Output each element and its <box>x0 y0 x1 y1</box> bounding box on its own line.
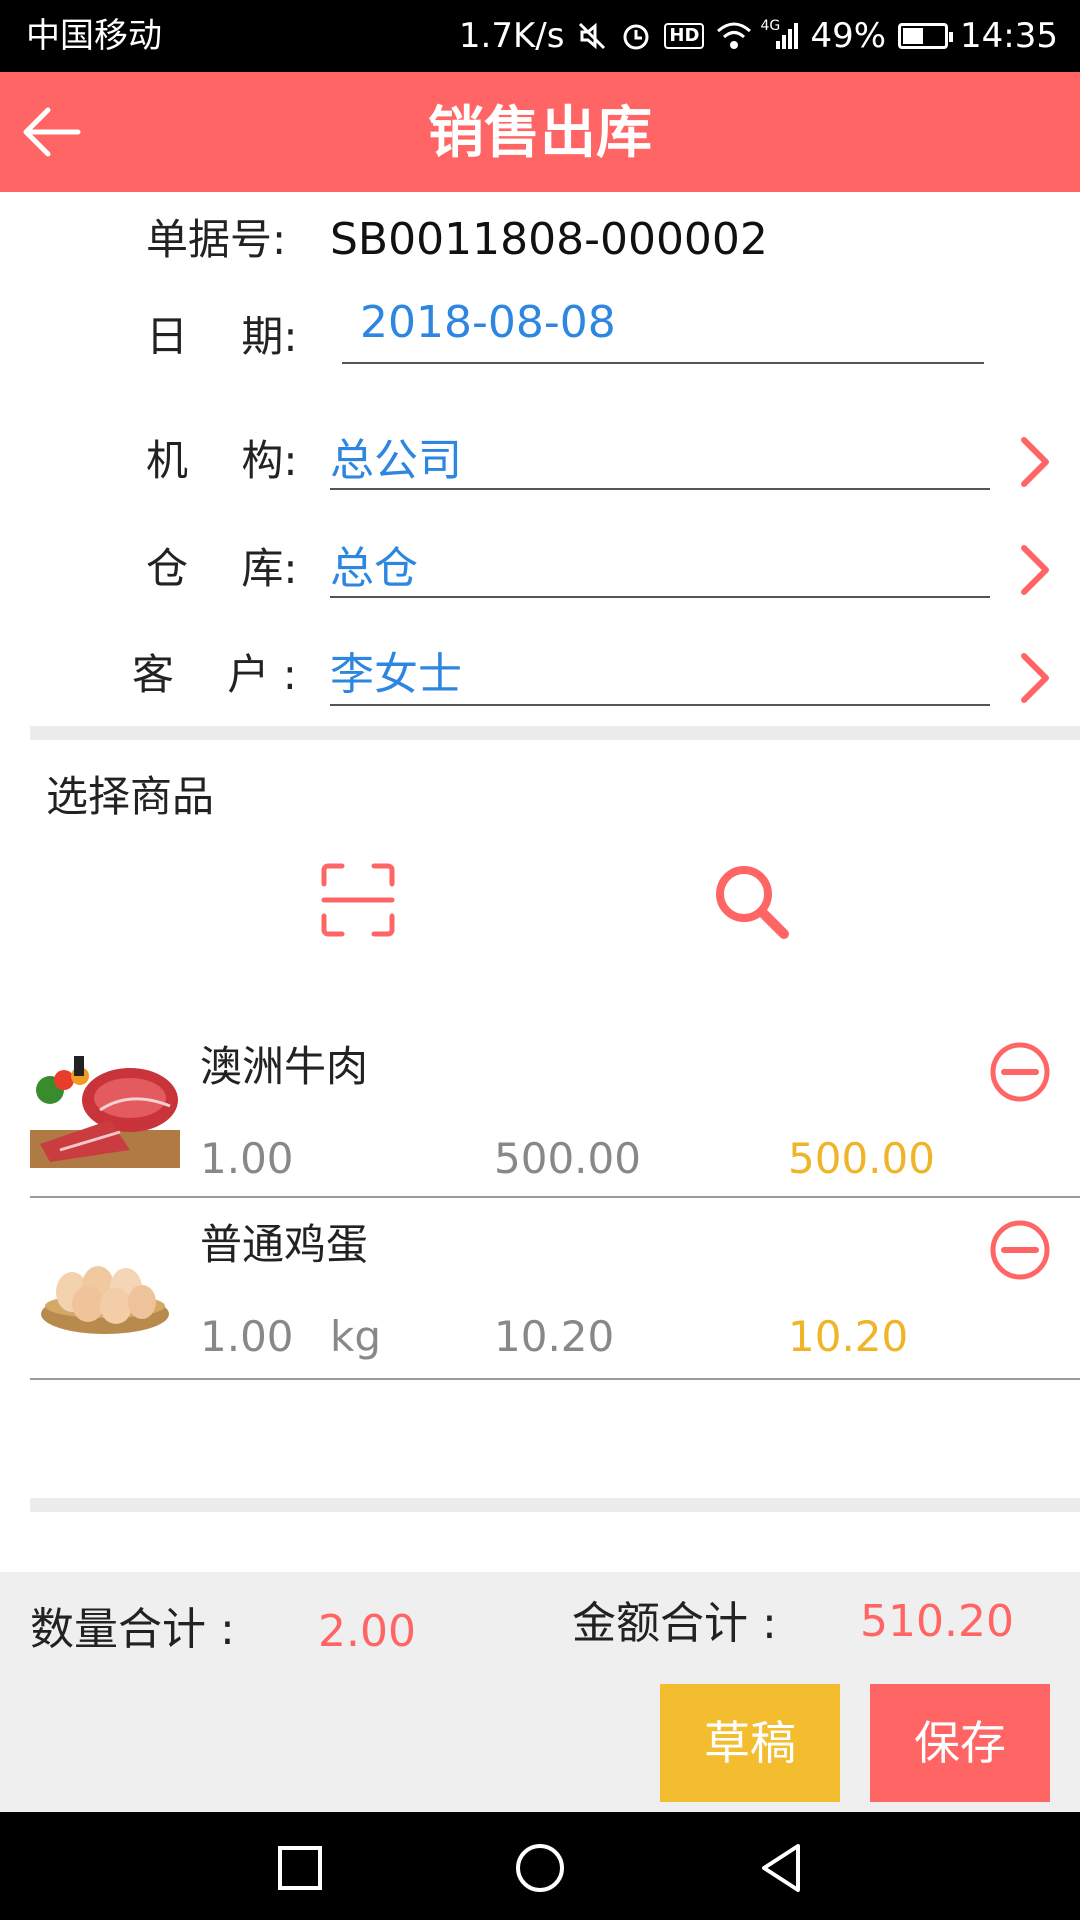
eggs-image <box>30 1232 180 1350</box>
date-label: 日 期: <box>146 312 298 361</box>
clock: 14:35 <box>960 16 1058 56</box>
alarm-icon <box>620 16 652 56</box>
row-divider <box>30 1378 1080 1380</box>
customer-underline <box>330 704 990 706</box>
save-button[interactable]: 保存 <box>870 1684 1050 1802</box>
status-icons: 1.7K/s HD 4G 49% 14:35 <box>459 14 1058 58</box>
recents-icon[interactable] <box>272 1840 328 1896</box>
date-field[interactable]: 2018-08-08 <box>360 298 616 348</box>
product-name: 澳洲牛肉 <box>200 1042 369 1091</box>
network-speed: 1.7K/s <box>458 16 565 56</box>
product-amount: 500.00 <box>788 1134 935 1183</box>
section-divider <box>30 726 1080 740</box>
warehouse-underline <box>330 596 990 598</box>
product-qty: 1.00 <box>200 1312 294 1361</box>
mute-icon <box>576 16 608 56</box>
title-bar: 销售出库 <box>0 72 1080 192</box>
summary-footer: 数量合计 : 2.00 金额合计 : 510.20 草稿 保存 <box>0 1572 1080 1812</box>
product-price: 500.00 <box>494 1134 641 1183</box>
org-underline <box>330 488 990 490</box>
battery-icon <box>898 23 954 49</box>
warehouse-field[interactable]: 总仓 <box>330 544 418 594</box>
home-icon[interactable] <box>512 1840 568 1896</box>
customer-label: 客 户 : <box>132 650 297 699</box>
org-label: 机 构: <box>146 436 298 485</box>
navigation-bar <box>0 1812 1080 1920</box>
amount-total-label: 金额合计 : <box>572 1598 777 1649</box>
product-qty: 1.00 <box>200 1134 294 1183</box>
page-title: 销售出库 <box>428 101 652 166</box>
warehouse-label: 仓 库: <box>146 544 298 593</box>
carrier-name: 中国移动 <box>26 16 162 56</box>
product-unit: kg <box>330 1312 381 1361</box>
product-amount: 10.20 <box>788 1312 909 1361</box>
customer-field[interactable]: 李女士 <box>330 650 462 700</box>
qty-total-value: 2.00 <box>318 1606 416 1657</box>
chevron-right-icon[interactable] <box>1016 434 1056 490</box>
signal-icon: 4G <box>760 16 799 56</box>
remove-icon[interactable] <box>988 1040 1052 1104</box>
chevron-right-icon[interactable] <box>1016 650 1056 706</box>
search-icon[interactable] <box>712 862 792 942</box>
wifi-icon <box>716 16 752 56</box>
product-row[interactable]: 普通鸡蛋 1.00 kg 10.20 10.20 <box>30 1220 1080 1380</box>
battery-percent: 49% <box>810 16 887 56</box>
date-underline <box>342 362 984 364</box>
select-goods-title: 选择商品 <box>46 772 215 821</box>
product-row[interactable]: 澳洲牛肉 1.00 500.00 500.00 <box>30 1040 1080 1200</box>
chevron-right-icon[interactable] <box>1016 542 1056 598</box>
scan-icon[interactable] <box>320 862 396 938</box>
product-name: 普通鸡蛋 <box>200 1220 369 1269</box>
section-divider <box>30 1498 1080 1512</box>
back-icon[interactable] <box>754 1840 810 1896</box>
row-divider <box>30 1196 1080 1198</box>
org-field[interactable]: 总公司 <box>330 436 462 486</box>
beef-image <box>30 1050 180 1168</box>
amount-total-value: 510.20 <box>860 1596 1014 1647</box>
doc-number-label: 单据号: <box>146 215 287 264</box>
remove-icon[interactable] <box>988 1218 1052 1282</box>
doc-number-value: SB0011808-000002 <box>330 214 768 265</box>
hd-icon: HD <box>664 23 705 49</box>
status-bar: 中国移动 1.7K/s HD 4G 49% 14:35 <box>0 0 1080 72</box>
draft-button[interactable]: 草稿 <box>660 1684 840 1802</box>
product-price: 10.20 <box>494 1312 615 1361</box>
network-type: 4G <box>760 18 781 34</box>
qty-total-label: 数量合计 : <box>30 1604 235 1655</box>
